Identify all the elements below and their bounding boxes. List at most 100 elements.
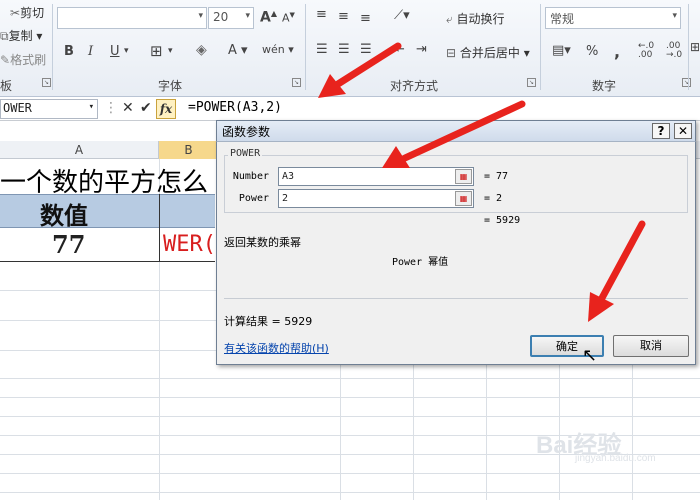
font-group-label: 字体 (158, 79, 183, 93)
formula-result: = 5929 (484, 215, 521, 226)
align-center-icon[interactable]: ☰ (338, 42, 350, 57)
cancel-button[interactable]: 取消 (613, 335, 689, 357)
number-arg-input[interactable]: A3 (278, 167, 474, 186)
border-icon[interactable]: ⊞ (150, 42, 163, 60)
help-button[interactable]: ? (652, 123, 670, 139)
arg-result-number: = 77 (484, 171, 509, 182)
dialog-title: 函数参数 (222, 125, 271, 139)
clipboard-launcher-icon[interactable]: ↘ (42, 78, 51, 87)
header-cell-value[interactable]: 数值 (40, 196, 88, 231)
ribbon: ✂剪切 ⧉复制 ▾ ✎格式刷 板 ↘ ▾ 20 ▾ A▲ A▼ B I U ▾ ⊞… (0, 0, 700, 97)
scissors-icon: ✂ (10, 6, 21, 20)
align-bottom-icon[interactable]: ≡ (360, 11, 371, 26)
grid-line (0, 492, 700, 493)
insert-function-button[interactable]: fx (156, 99, 176, 119)
align-middle-icon[interactable]: ≡ (338, 9, 349, 24)
number-format-combo[interactable]: 常规 ▾ (545, 7, 681, 29)
grow-font-icon[interactable]: A▲ (260, 9, 277, 26)
chevron-down-icon: ▾ (88, 102, 94, 112)
font-name-combo[interactable]: ▾ (57, 7, 207, 29)
grid-line (0, 350, 216, 351)
collapse-dialog-icon[interactable]: ▦ (455, 169, 472, 184)
format-painter-button[interactable]: ✎格式刷 (0, 51, 46, 68)
formula-input[interactable]: =POWER(A3,2) (188, 100, 282, 115)
grid-line (0, 378, 700, 379)
increase-decimal-icon[interactable]: ←.0.00 (638, 42, 654, 60)
confirm-entry-icon[interactable]: ✔ (140, 100, 152, 116)
chevron-down-icon[interactable]: ▾ (168, 46, 173, 56)
cancel-entry-icon[interactable]: ✕ (122, 100, 134, 116)
grid-line (0, 473, 700, 474)
orientation-icon[interactable]: ⟋▾ (394, 8, 410, 23)
increase-indent-icon[interactable]: ⇥ (416, 42, 427, 57)
percent-button[interactable]: % (586, 44, 598, 59)
align-top-icon[interactable]: ≡ (316, 7, 327, 22)
font-size-combo[interactable]: 20 ▾ (208, 7, 254, 29)
power-arg-input[interactable]: 2 (278, 189, 474, 208)
column-header-b[interactable]: B (159, 141, 219, 159)
function-name-label: POWER (228, 148, 263, 159)
group-divider (540, 4, 541, 90)
dotted-separator-icon: ⋮ (104, 100, 118, 116)
fill-color-icon[interactable]: ◈ (196, 42, 207, 58)
cell-style-icon[interactable]: ⊞ (690, 40, 700, 54)
function-help-link[interactable]: 有关该函数的帮助(H) (224, 340, 329, 356)
decrease-decimal-icon[interactable]: .00 →.0 (666, 42, 682, 60)
calculation-result: 计算结果 = 5929 (224, 315, 313, 328)
currency-icon[interactable]: ▤▾ (552, 43, 571, 58)
chevron-down-icon[interactable]: ▾ (124, 46, 129, 56)
close-button[interactable]: ✕ (674, 123, 692, 139)
dialog-titlebar[interactable] (216, 120, 696, 142)
grid-line (0, 397, 700, 398)
chevron-down-icon: ▾ (245, 11, 250, 21)
brush-icon: ✎ (0, 53, 11, 67)
merge-icon: ⊟ (446, 46, 460, 60)
copy-button[interactable]: ⧉复制 ▾ (0, 27, 42, 44)
mouse-cursor-icon: ↖ (582, 345, 598, 366)
chevron-down-icon: ▾ (672, 11, 677, 21)
divider (224, 298, 688, 299)
group-divider (688, 4, 689, 90)
font-launcher-icon[interactable]: ↘ (292, 78, 301, 87)
arg-label-power: Power (238, 193, 269, 204)
number-group-label: 数字 (592, 79, 617, 93)
grid-line (0, 320, 216, 321)
group-divider (305, 4, 306, 90)
group-divider (52, 4, 53, 90)
italic-button[interactable]: I (88, 44, 93, 59)
collapse-dialog-icon[interactable]: ▦ (455, 191, 472, 206)
wrap-text-button[interactable]: ⤶ 自动换行 (446, 10, 505, 27)
merge-center-button[interactable]: ⊟ 合并后居中 ▾ (446, 44, 530, 61)
align-right-icon[interactable]: ☰ (360, 42, 372, 57)
wrap-icon: ⤶ (446, 12, 457, 26)
watermark-url: jingyan.baidu.com (575, 453, 656, 464)
alignment-launcher-icon[interactable]: ↘ (527, 78, 536, 87)
decrease-indent-icon[interactable]: ⇤ (394, 42, 405, 57)
underline-button[interactable]: U (110, 44, 120, 59)
comma-button[interactable]: , (614, 42, 620, 61)
header-row (0, 194, 215, 228)
copy-icon: ⧉ (0, 29, 9, 43)
parameter-description: Power 幂值 (392, 257, 449, 268)
grid-line (159, 194, 160, 262)
arg-label-number: Number (232, 171, 269, 182)
cell-b3[interactable]: WER( (163, 232, 216, 257)
arg-result-power: = 2 (484, 193, 503, 204)
alignment-group-label: 对齐方式 (390, 79, 439, 93)
grid-line (0, 290, 216, 291)
number-launcher-icon[interactable]: ↘ (682, 78, 691, 87)
clipboard-group-label: 板 (0, 79, 13, 93)
bold-button[interactable]: B (64, 44, 74, 59)
cut-button[interactable]: ✂剪切 (10, 4, 44, 21)
align-left-icon[interactable]: ☰ (316, 42, 328, 57)
font-color-button[interactable]: A ▾ (228, 43, 248, 58)
name-box[interactable]: OWER ▾ (0, 99, 98, 119)
grid-line (0, 261, 215, 262)
function-description: 返回某数的乘幂 (224, 236, 301, 249)
shrink-font-icon[interactable]: A▼ (282, 11, 295, 25)
phonetic-button[interactable]: wén ▾ (262, 43, 294, 56)
column-header-a[interactable]: A (0, 141, 159, 159)
cell-a3[interactable]: 77 (52, 230, 85, 259)
chevron-down-icon: ▾ (198, 11, 203, 21)
grid-line (0, 416, 700, 417)
